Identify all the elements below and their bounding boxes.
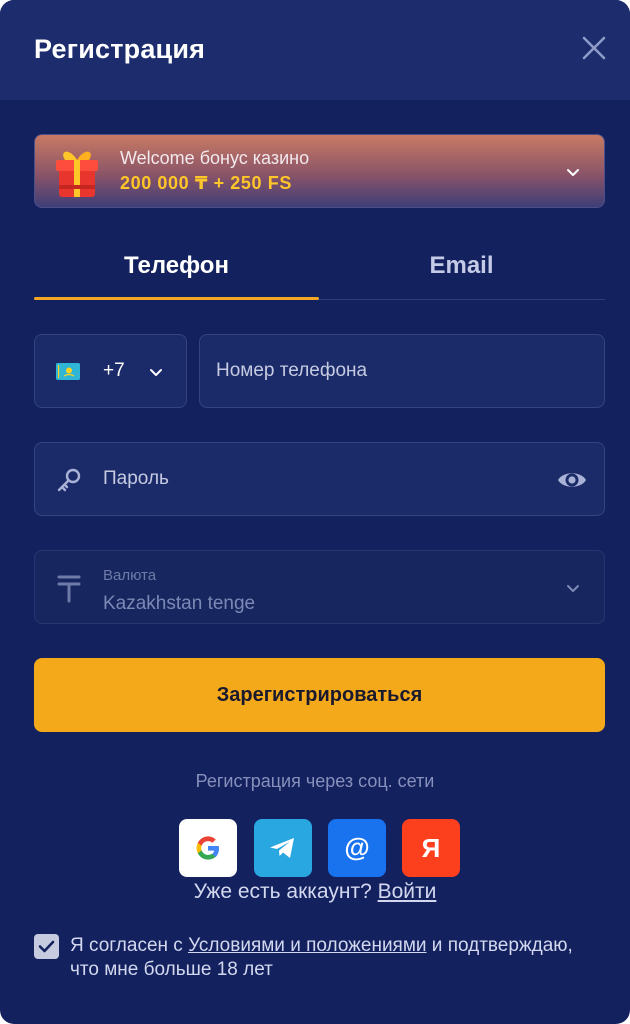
country-code-select[interactable]: +7 xyxy=(34,334,187,408)
kazakhstan-flag-icon xyxy=(56,363,80,380)
close-icon xyxy=(582,36,606,60)
close-button[interactable] xyxy=(578,32,610,64)
country-code: +7 xyxy=(103,360,125,381)
chevron-down-icon xyxy=(567,169,579,176)
google-icon xyxy=(196,836,219,860)
register-button[interactable]: Зарегистрироваться xyxy=(34,658,605,732)
password-input[interactable] xyxy=(35,443,604,515)
phone-field xyxy=(199,334,605,408)
mail-ru-login-button[interactable]: @ xyxy=(328,819,386,877)
social-caption: Регистрация через соц. сети xyxy=(195,771,435,791)
login-prompt-row: Уже есть аккаунт? Войти xyxy=(0,880,630,904)
telegram-login-button[interactable] xyxy=(254,819,312,877)
mail-glyph: @ xyxy=(344,832,369,862)
currency-select[interactable]: Валюта Kazakhstan tenge xyxy=(34,550,605,624)
login-link[interactable]: Войти xyxy=(378,880,437,903)
currency-value: Kazakhstan tenge xyxy=(103,593,256,614)
modal-title: Регистрация xyxy=(34,34,206,64)
chevron-down-icon xyxy=(567,585,579,592)
welcome-bonus-banner[interactable]: Welcome бонус казино 200 000 ₸ + 250 FS xyxy=(34,134,605,208)
mail-at-icon: @ xyxy=(344,832,369,862)
currency-label: Валюта xyxy=(103,567,157,584)
login-prompt: Уже есть аккаунт? xyxy=(193,880,372,903)
modal-header: Регистрация xyxy=(0,0,630,100)
google-login-button[interactable] xyxy=(179,819,237,877)
agreement-checkbox[interactable] xyxy=(34,934,59,959)
bonus-amount: 200 000 ₸ + 250 FS xyxy=(120,173,292,193)
checkmark-icon xyxy=(38,940,55,953)
registration-modal: Регистрация Welcome бонус казино 200 000… xyxy=(0,0,630,1024)
terms-link[interactable]: Условиями и положениями xyxy=(188,935,426,956)
tab-email[interactable]: Email xyxy=(319,252,604,280)
yandex-letter: Я xyxy=(422,833,441,863)
tab-phone[interactable]: Телефон xyxy=(34,252,319,280)
tenge-icon xyxy=(57,575,81,603)
agreement-text: Я согласен с Условиями и положениями и п… xyxy=(70,934,590,982)
password-field xyxy=(34,442,605,516)
agreement-prefix: Я согласен с xyxy=(70,935,189,956)
gift-icon xyxy=(56,151,98,197)
phone-input[interactable] xyxy=(200,335,604,407)
eye-icon[interactable] xyxy=(556,465,588,495)
yandex-icon: Я xyxy=(422,833,441,863)
active-tab-indicator xyxy=(34,297,319,300)
bonus-title: Welcome бонус казино xyxy=(120,148,310,168)
chevron-down-icon xyxy=(150,369,162,376)
yandex-login-button[interactable]: Я xyxy=(402,819,460,877)
telegram-icon xyxy=(270,838,294,858)
registration-tabs: Телефон Email xyxy=(34,238,605,300)
